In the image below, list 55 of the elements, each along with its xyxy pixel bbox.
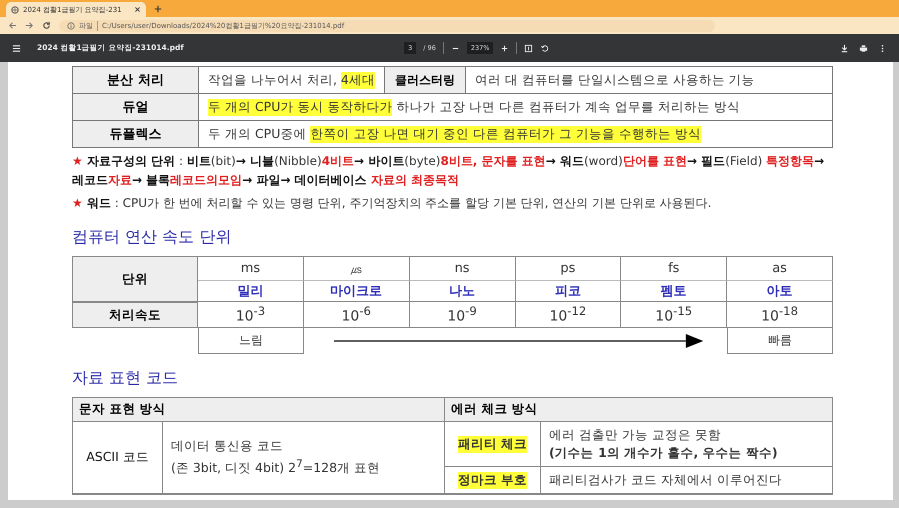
table-header-cell: 처리속도	[72, 302, 198, 328]
table-cell-text: 두 개의 CPU가 동시 동작하다가 하나가 고장 나면 다른 컴퓨터가 계속 업무를 처리하는 방식	[207, 98, 742, 118]
table-cell: ms	[198, 256, 304, 280]
table-cell: 10$^{-6}$	[304, 302, 410, 328]
table-cell-text: 작업을 나누어서 처리, 4세대	[207, 70, 376, 90]
print-icon[interactable]	[859, 44, 868, 52]
table-cell: 에러 검출만 가능 교정은 못함 (기수는 1의 개수가 홀수, 우수는 짝수)	[541, 422, 832, 467]
table-cell-text: 두 개의 CPU중에 한쪽이 고장 나면 대기 중인 다른 컴퓨터가 그 기능을 수행하는 방식	[207, 124, 702, 144]
table-header-cell: 듀얼	[73, 94, 199, 120]
table-cell: 아토	[727, 280, 833, 302]
forward-icon[interactable]	[25, 21, 34, 30]
table-cell: 10$^{-3}$	[198, 302, 304, 328]
table-cell: 10$^{-15}$	[621, 302, 728, 328]
table-cell: 10$^{-18}$	[727, 302, 833, 328]
table-cell-text: 여러 대 컴퓨터를 단일시스템으로 사용하는 기능	[474, 70, 756, 88]
new-tab-icon[interactable]	[154, 5, 162, 13]
table-cell: 패리티 체크	[444, 422, 541, 467]
table-cell: 밀리	[198, 280, 304, 302]
table-cell: ns	[410, 256, 516, 280]
table-cell: ps	[516, 256, 622, 280]
download-icon[interactable]	[840, 44, 849, 52]
table-header-cell: 단위	[72, 256, 198, 302]
table-cell: 마이크로	[304, 280, 410, 302]
rotate-icon[interactable]	[540, 44, 550, 52]
close-icon[interactable]	[134, 6, 141, 13]
section-title: 컴퓨터 연산 속도 단위	[72, 227, 232, 248]
table-cell: 10$^{-12}$	[516, 302, 622, 328]
table-cell: as	[727, 256, 833, 280]
table-cell: 나노	[410, 280, 516, 302]
table-header-cell: 문자 표현 방식	[73, 398, 444, 422]
fit-page-icon[interactable]	[524, 44, 534, 52]
table-cell: ㎲	[304, 256, 410, 280]
table-cell: ASCII 코드	[73, 422, 163, 494]
table-header-cell: 분산 처리	[73, 67, 199, 93]
section-title: 자료 표현 코드	[72, 368, 180, 389]
table-cell: 정마크 부호	[444, 467, 541, 494]
table-cell: 느림	[198, 328, 304, 354]
table-header-cell: 클러스터링	[384, 67, 466, 93]
globe-icon	[11, 6, 19, 14]
zoom-in-icon[interactable]	[500, 44, 510, 52]
table-cell: fs	[621, 256, 728, 280]
table-cell: 펨토	[621, 280, 728, 302]
table-cell: 데이터 통신용 코드 (존 3bit, 디짓 4bit) 2$^{7}$=128개 표현	[163, 422, 444, 494]
menu-icon[interactable]	[12, 44, 21, 52]
note-text: ★ 워드 : CPU가 한 번에 처리할 수 있는 명령 단위, 주기억장치의 주소를 할당 기본 단위, 연산의 기본 단위로 사용된다.	[72, 195, 712, 212]
info-icon	[67, 22, 75, 30]
table-cell: 빠름	[727, 328, 833, 354]
table-cell: 10$^{-9}$	[410, 302, 516, 328]
table-cell: 패리티검사가 코드 자체에서 이루어진다	[541, 467, 832, 494]
reload-icon[interactable]	[42, 21, 51, 30]
back-icon[interactable]	[8, 21, 17, 30]
table-header-cell: 듀플렉스	[73, 121, 199, 147]
table-header-cell: 에러 체크 방식	[444, 398, 832, 422]
note-text: ★ 자료구성의 단위 : 비트(bit)→ 니블(Nibble)4비트→ 바이트(byte)8비트, 문자를 표현→ 워드(word)단어를 표현→ 필드(Field) 특정항목→ 레코드자료→ 블록레코드의모임→ 파일→ 데이터베이스 자료의 최종목적	[72, 153, 826, 189]
table-cell: 피코	[516, 280, 622, 302]
